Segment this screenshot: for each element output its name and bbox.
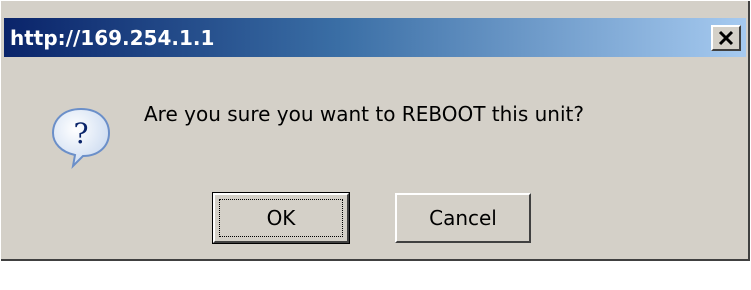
- cancel-button-label: Cancel: [429, 206, 497, 230]
- window-title: http://169.254.1.1: [10, 26, 215, 50]
- ok-button-label: OK: [266, 206, 296, 230]
- screen: http://169.254.1.1 ? Are you sure you wa…: [0, 0, 751, 290]
- close-button[interactable]: [711, 25, 741, 51]
- ok-button[interactable]: OK: [212, 192, 350, 244]
- cancel-button[interactable]: Cancel: [395, 193, 531, 243]
- svg-text:?: ?: [73, 117, 88, 150]
- question-icon: ?: [51, 107, 111, 169]
- confirm-dialog: http://169.254.1.1 ? Are you sure you wa…: [1, 1, 750, 261]
- title-bar[interactable]: http://169.254.1.1: [4, 18, 746, 57]
- dialog-message: Are you sure you want to REBOOT this uni…: [144, 102, 584, 126]
- close-icon: [718, 30, 734, 46]
